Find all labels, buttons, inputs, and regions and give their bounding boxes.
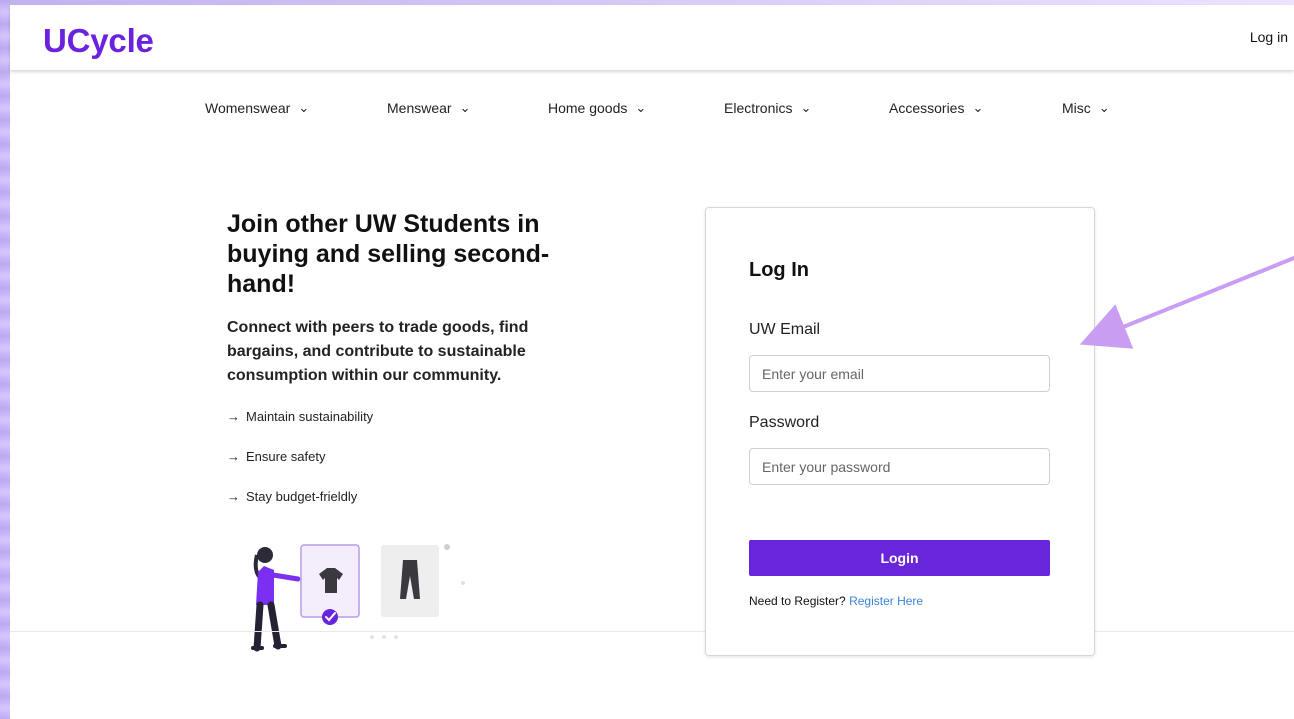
product-card-background — [381, 545, 439, 617]
register-link[interactable]: Register Here — [849, 594, 923, 608]
nav-accessories-label: Accessories — [889, 100, 965, 116]
email-field[interactable] — [749, 355, 1050, 392]
nav-womenswear-label: Womenswear — [205, 100, 291, 116]
decorative-dot — [394, 635, 398, 639]
benefit-item: → Stay budget-frieldly — [227, 488, 647, 528]
benefit-label: Stay budget-frieldly — [246, 489, 358, 504]
decorative-dot — [370, 635, 374, 639]
nav-misc[interactable]: Misc ⌄ — [1062, 100, 1110, 117]
benefit-label: Ensure safety — [246, 449, 326, 464]
login-card-title: Log In — [749, 259, 809, 281]
password-label: Password — [749, 414, 820, 431]
hero-subtitle: Connect with peers to trade goods, find … — [227, 319, 529, 384]
login-card: Log In UW Email Password Login Need to R… — [705, 207, 1095, 656]
decorative-dot — [444, 544, 450, 550]
chevron-down-icon: ⌄ — [635, 100, 647, 115]
right-arrow-icon: → — [227, 409, 240, 424]
chevron-down-icon: ⌄ — [459, 100, 471, 115]
nav-womenswear[interactable]: Womenswear ⌄ — [205, 100, 309, 117]
nav-electronics-label: Electronics — [724, 100, 793, 116]
ucycle-login-page: UCycle Log in Womenswear ⌄ Menswear ⌄ Home… — [10, 5, 1294, 719]
header-login-link[interactable]: Log in — [1250, 29, 1288, 45]
nav-home-goods-label: Home goods — [548, 100, 628, 116]
right-arrow-icon: → — [227, 449, 240, 464]
benefit-label: Maintain sustainability — [246, 409, 374, 424]
hero-section: Join other UW Students in buying and sel… — [227, 209, 647, 528]
person-illustration-icon — [251, 547, 301, 652]
register-prompt: Need to Register? — [749, 594, 846, 608]
site-header: UCycle Log in — [10, 5, 1294, 70]
left-background-strip — [0, 0, 10, 719]
page-divider — [10, 631, 1294, 632]
brand-logo[interactable]: UCycle — [43, 22, 154, 60]
nav-home-goods[interactable]: Home goods ⌄ — [548, 100, 646, 117]
benefit-list: → Maintain sustainability → Ensure safety … — [227, 408, 647, 528]
nav-menswear-label: Menswear — [387, 100, 452, 116]
benefit-item: → Ensure safety — [227, 448, 647, 488]
chevron-down-icon: ⌄ — [972, 100, 984, 115]
right-arrow-icon: → — [227, 489, 240, 504]
nav-menswear[interactable]: Menswear ⌄ — [387, 100, 471, 117]
nav-misc-label: Misc — [1062, 100, 1091, 116]
checkmark-icon — [322, 609, 338, 625]
email-label: UW Email — [749, 321, 821, 338]
chevron-down-icon: ⌄ — [800, 100, 812, 115]
shopping-illustration — [251, 544, 465, 652]
chevron-down-icon: ⌄ — [1098, 100, 1110, 115]
hero-title: Join other UW Students in buying and sel… — [227, 210, 550, 298]
arrow-pointer-icon — [1079, 256, 1294, 349]
nav-accessories[interactable]: Accessories ⌄ — [889, 100, 983, 117]
chevron-down-icon: ⌄ — [298, 100, 310, 115]
benefit-item: → Maintain sustainability — [227, 408, 647, 448]
decorative-dot — [461, 581, 465, 585]
login-button[interactable]: Login — [749, 540, 1050, 576]
register-prompt-line: Need to Register? Register Here — [749, 594, 923, 608]
password-field[interactable] — [749, 448, 1050, 485]
nav-electronics[interactable]: Electronics ⌄ — [724, 100, 811, 117]
category-navigation: Womenswear ⌄ Menswear ⌄ Home goods ⌄ Electr… — [10, 100, 1294, 124]
decorative-dot — [382, 635, 386, 639]
